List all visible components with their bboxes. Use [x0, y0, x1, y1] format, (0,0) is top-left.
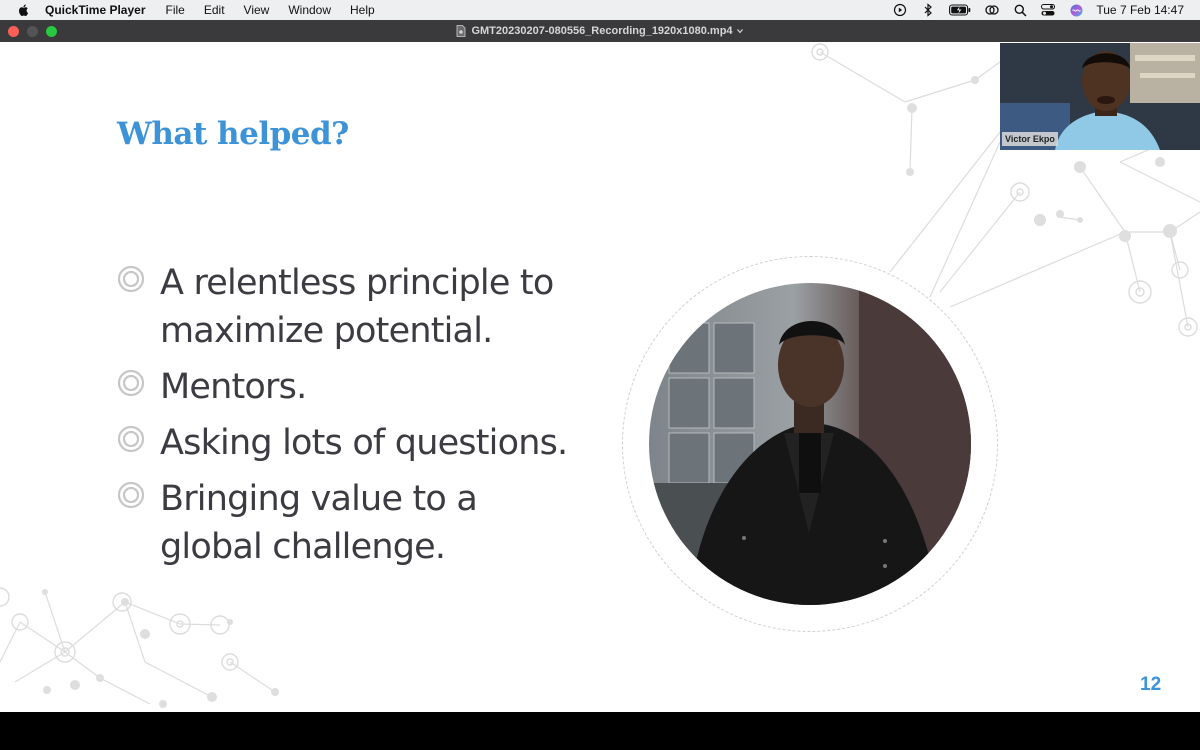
concentric-circle-bullet-icon	[117, 481, 145, 509]
menu-view[interactable]: View	[244, 3, 270, 17]
bullet-text: A relentless principle to maximize poten…	[160, 263, 554, 351]
menu-bar: QuickTime Player File Edit View Window H…	[0, 0, 1200, 20]
letterbox-bar	[0, 712, 1200, 750]
window-title-bar: GMT20230207-080556_Recording_1920x1080.m…	[0, 20, 1200, 42]
status-area: Tue 7 Feb 14:47	[880, 0, 1200, 20]
concentric-circle-bullet-icon	[117, 265, 145, 293]
menu-window[interactable]: Window	[288, 3, 331, 17]
list-item: Asking lots of questions.	[117, 419, 587, 467]
siri-icon[interactable]	[1068, 3, 1084, 17]
list-item: A relentless principle to maximize poten…	[117, 259, 587, 355]
apple-icon[interactable]	[17, 3, 31, 17]
video-file-icon	[457, 25, 466, 37]
menu-help[interactable]: Help	[350, 3, 375, 17]
control-center-icon[interactable]	[1040, 3, 1056, 17]
bluetooth-icon[interactable]	[920, 3, 936, 17]
search-icon[interactable]	[1012, 3, 1028, 17]
play-circle-icon[interactable]	[892, 3, 908, 17]
link-icon[interactable]	[984, 3, 1000, 17]
window-title-text: GMT20230207-080556_Recording_1920x1080.m…	[471, 25, 733, 37]
list-item: Bringing value to a global challenge.	[117, 475, 587, 571]
speaker-camera-video[interactable]: Victor Ekpo	[1000, 43, 1200, 150]
bullet-list: A relentless principle to maximize poten…	[117, 259, 587, 579]
menu-clock[interactable]: Tue 7 Feb 14:47	[1096, 3, 1184, 17]
speaker-portrait-photo	[649, 283, 971, 605]
bullet-text: Bringing value to a global challenge.	[160, 479, 478, 567]
bullet-text: Asking lots of questions.	[160, 423, 568, 463]
menu-file[interactable]: File	[166, 3, 185, 17]
chevron-down-icon	[736, 29, 743, 34]
slide-title: What helped?	[117, 116, 349, 152]
menu-app-name[interactable]: QuickTime Player	[45, 3, 146, 17]
participant-name-label: Victor Ekpo	[1002, 132, 1058, 146]
bullet-text: Mentors.	[160, 367, 307, 407]
battery-icon[interactable]	[948, 3, 972, 17]
menu-edit[interactable]: Edit	[204, 3, 225, 17]
list-item: Mentors.	[117, 363, 587, 411]
concentric-circle-bullet-icon	[117, 425, 145, 453]
window-title[interactable]: GMT20230207-080556_Recording_1920x1080.m…	[0, 20, 1200, 42]
slide-page-number: 12	[1140, 674, 1162, 695]
concentric-circle-bullet-icon	[117, 369, 145, 397]
